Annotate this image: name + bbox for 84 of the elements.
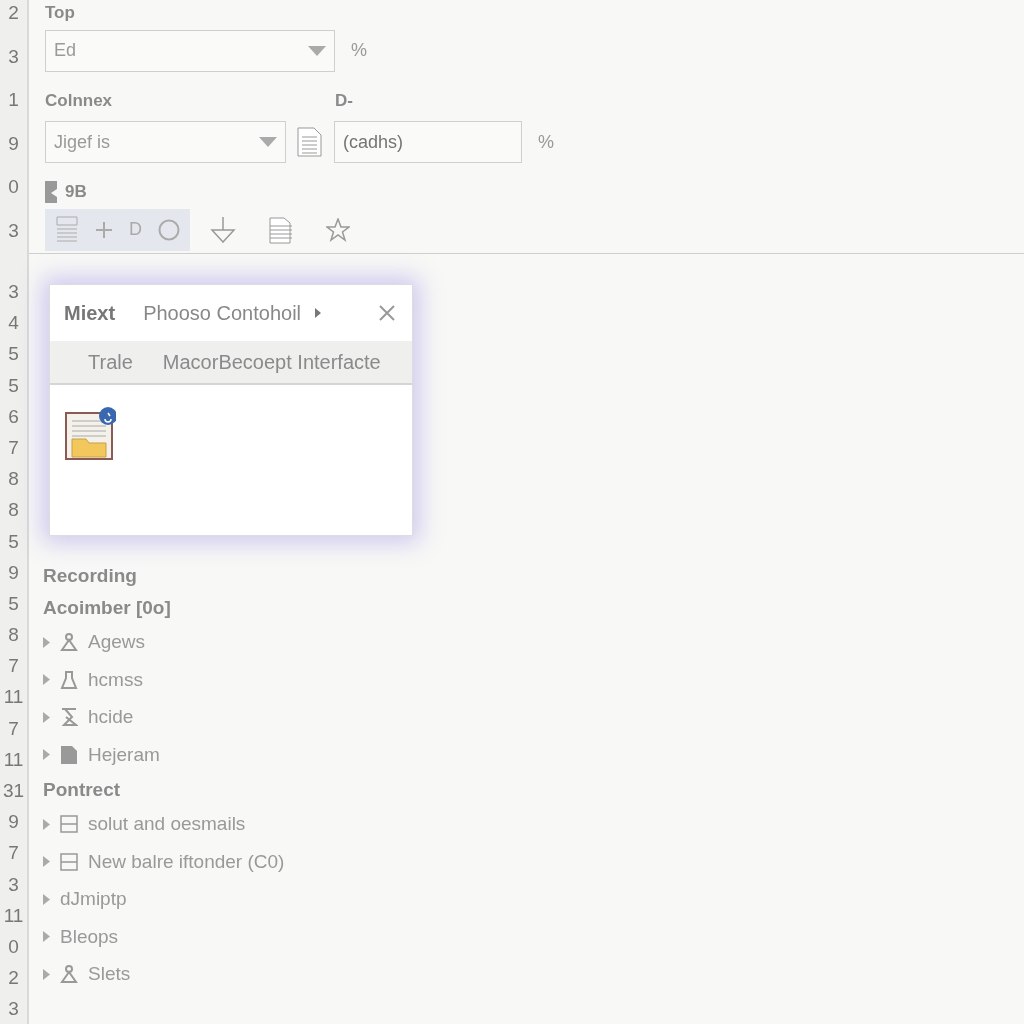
line-number: 5 xyxy=(7,373,20,398)
file-icon xyxy=(60,745,78,764)
tree-item[interactable]: hcmss xyxy=(88,665,143,694)
line-number: 7 xyxy=(7,841,20,866)
line-number: 6 xyxy=(7,404,20,429)
document-folder-icon xyxy=(64,404,116,461)
line-number: 7 xyxy=(7,716,20,741)
size-label: 9B xyxy=(65,181,87,203)
line-number: 8 xyxy=(7,623,20,648)
tree-item[interactable]: dJmiptp xyxy=(60,885,127,914)
document-icon xyxy=(268,215,294,244)
line-number: 31 xyxy=(1,779,26,803)
line-number: 1 xyxy=(7,88,20,112)
line-number: 9 xyxy=(7,560,20,585)
flask-icon xyxy=(60,670,78,689)
section-heading: Pontrect xyxy=(43,777,122,802)
tree-item[interactable]: Hejeram xyxy=(88,740,160,769)
panel-icon xyxy=(60,815,78,834)
line-number: 5 xyxy=(7,529,20,554)
hourglass-icon xyxy=(60,708,78,727)
tree-item[interactable]: New balre iftonder (C0) xyxy=(88,847,285,876)
line-number: 7 xyxy=(7,435,20,460)
line-number: 5 xyxy=(7,342,20,367)
line-number: 3 xyxy=(7,218,20,243)
tree-item[interactable]: Agews xyxy=(88,628,146,657)
expand-arrow-icon[interactable] xyxy=(43,818,50,830)
line-number: 2 xyxy=(7,966,20,991)
plus-icon xyxy=(95,220,113,239)
line-number: 3 xyxy=(7,44,20,69)
line-number: 8 xyxy=(7,498,20,523)
tab[interactable]: Trale xyxy=(88,346,133,377)
person-icon xyxy=(60,965,78,984)
line-number: 7 xyxy=(7,654,20,679)
caret-icon xyxy=(308,45,326,56)
star-icon xyxy=(326,217,350,242)
expand-arrow-icon[interactable] xyxy=(43,749,50,761)
tab[interactable]: MacorBecoept Interfacte xyxy=(162,346,381,377)
line-number: 3 xyxy=(7,280,20,304)
dropdown[interactable]: Ed xyxy=(45,29,335,72)
text-field[interactable]: (cadhs) xyxy=(334,121,522,163)
block-icon xyxy=(45,180,57,203)
unit-label: % xyxy=(351,39,367,62)
line-number: 2 xyxy=(7,1,20,25)
line-number: 9 xyxy=(7,131,20,156)
circle-icon xyxy=(158,218,180,241)
tab[interactable]: Miext xyxy=(50,284,130,341)
expand-arrow-icon[interactable] xyxy=(43,931,50,943)
line-number: 0 xyxy=(7,934,20,959)
line-number: 5 xyxy=(7,591,20,616)
panel-icon xyxy=(60,852,78,871)
unit-label: % xyxy=(538,130,554,154)
expand-arrow-icon[interactable] xyxy=(43,674,50,686)
close-icon xyxy=(379,305,395,322)
section-heading: Acoimber [0o] xyxy=(43,595,172,620)
line-number: 11 xyxy=(2,903,25,928)
person-icon xyxy=(60,633,78,652)
line-number: 9 xyxy=(7,810,20,835)
section-heading: Recording xyxy=(43,563,138,588)
caret-icon xyxy=(259,137,277,147)
document-icon xyxy=(296,127,324,157)
field-label: Colnnex xyxy=(45,89,114,112)
dropdown[interactable]: Jigef is xyxy=(45,121,286,163)
field-label: Top xyxy=(45,2,76,24)
line-number: 3 xyxy=(7,997,20,1022)
tree-item[interactable]: Slets xyxy=(88,960,131,989)
expand-arrow-icon[interactable] xyxy=(43,856,50,868)
tree-item[interactable]: hcide xyxy=(88,703,134,732)
line-number: 11 xyxy=(2,747,25,772)
field-label: D- xyxy=(335,89,353,112)
tree-item[interactable]: solut and oesmails xyxy=(88,810,246,839)
expand-arrow-icon[interactable] xyxy=(43,893,50,905)
list-icon xyxy=(55,215,79,244)
tree-item[interactable]: Bleops xyxy=(60,922,119,951)
line-number: 0 xyxy=(7,175,20,199)
expand-arrow-icon[interactable] xyxy=(43,711,50,723)
line-number: 8 xyxy=(7,467,20,492)
arrow-icon xyxy=(315,307,321,318)
toolbar-button[interactable]: D xyxy=(125,208,146,251)
line-number: 3 xyxy=(7,872,20,897)
line-number: 11 xyxy=(2,685,25,710)
expand-arrow-icon[interactable] xyxy=(43,636,50,648)
expand-arrow-icon[interactable] xyxy=(43,968,50,980)
line-number: 4 xyxy=(7,311,20,336)
down-arrow-icon xyxy=(210,216,236,243)
